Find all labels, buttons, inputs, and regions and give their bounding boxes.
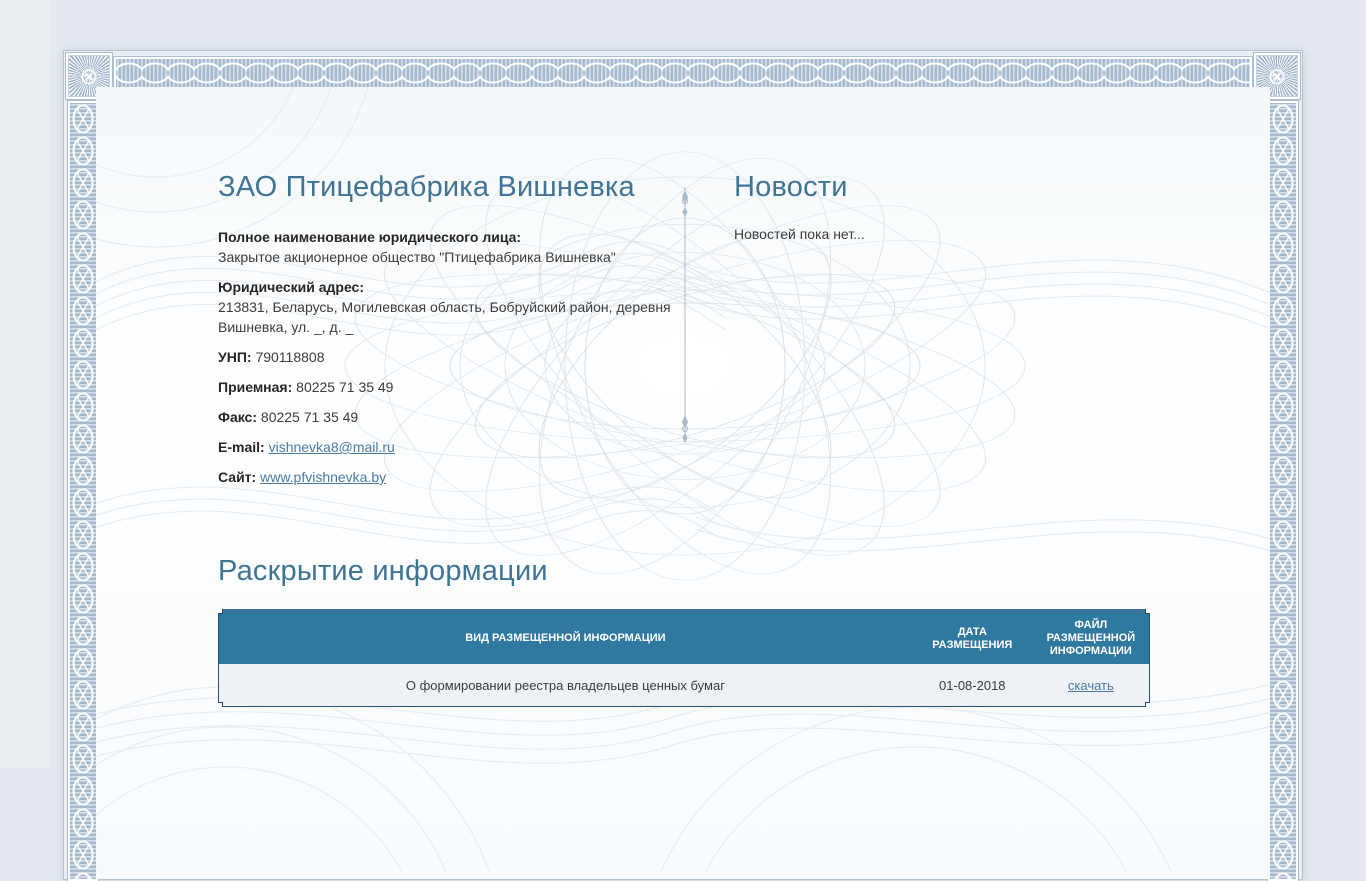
plaque-notch xyxy=(218,702,223,707)
field-value: 80225 71 35 49 xyxy=(296,379,394,395)
company-field-website: Сайт: www.pfvishnevka.by xyxy=(218,467,680,487)
company-field-reception-phone: Приемная: 80225 71 35 49 xyxy=(218,377,680,397)
column-header-file: ФАЙЛ РАЗМЕЩЕННОЙ ИНФОРМАЦИИ xyxy=(1032,613,1149,664)
field-value: 80225 71 35 49 xyxy=(260,409,359,425)
table-row: О формировании реестра владельцев ценных… xyxy=(219,664,1149,706)
plaque-notch xyxy=(1145,609,1150,614)
download-link[interactable]: скачать xyxy=(1068,678,1114,693)
cell-info-type: О формировании реестра владельцев ценных… xyxy=(219,664,912,706)
company-info-section: ЗАО Птицефабрика Вишневка Полное наимено… xyxy=(218,169,734,497)
field-label: Юридический адрес: xyxy=(218,279,364,295)
company-field-full-name: Полное наименование юридического лица: З… xyxy=(218,227,680,267)
company-field-fax: Факс: 80225 71 35 49 xyxy=(218,407,680,427)
certificate-frame: ⊗ ⊗ ЗАО Птицефабрика Вишневка Полное наи… xyxy=(63,50,1303,881)
disclosure-table-plaque: ВИД РАЗМЕЩЕННОЙ ИНФОРМАЦИИ ДАТА РАЗМЕЩЕН… xyxy=(218,609,1150,707)
cell-file: скачать xyxy=(1032,664,1149,706)
frame-top-border-pattern xyxy=(114,57,1252,89)
field-value: 790118808 xyxy=(255,349,325,365)
plaque-notch xyxy=(218,609,223,614)
company-field-unp: УНП: 790118808 xyxy=(218,347,680,367)
field-label: УНП: xyxy=(218,349,252,365)
column-header-info-type: ВИД РАЗМЕЩЕННОЙ ИНФОРМАЦИИ xyxy=(219,613,912,664)
field-label: Приемная: xyxy=(218,379,293,395)
main-content: ЗАО Птицефабрика Вишневка Полное наимено… xyxy=(96,87,1270,707)
circled-x-icon: ⊗ xyxy=(79,62,99,89)
field-label: E-mail: xyxy=(218,439,265,455)
company-field-email: E-mail: vishnevka8@mail.ru xyxy=(218,437,680,457)
field-label: Полное наименование юридического лица: xyxy=(218,229,522,245)
field-value: 213831, Беларусь, Могилевская область, Б… xyxy=(218,299,671,335)
email-link[interactable]: vishnevka8@mail.ru xyxy=(269,439,395,455)
field-value: Закрытое акционерное общество "Птицефабр… xyxy=(218,249,616,265)
news-title: Новости xyxy=(734,171,848,203)
frame-right-border-pattern xyxy=(1268,101,1298,881)
field-label: Сайт: xyxy=(218,469,257,485)
field-label: Факс: xyxy=(218,409,258,425)
company-title: ЗАО Птицефабрика Вишневка xyxy=(218,171,635,203)
news-empty-text: Новостей пока нет... xyxy=(734,226,865,242)
column-header-date: ДАТА РАЗМЕЩЕНИЯ xyxy=(911,613,1033,664)
page-left-gutter xyxy=(0,0,50,768)
news-section: Новости Новостей пока нет... xyxy=(734,169,1230,497)
page-content-area: ЗАО Птицефабрика Вишневка Полное наимено… xyxy=(96,87,1270,879)
circled-x-icon: ⊗ xyxy=(1267,62,1287,89)
disclosure-title: Раскрытие информации xyxy=(218,555,548,587)
plaque-notch xyxy=(1145,702,1150,707)
disclosure-table: ВИД РАЗМЕЩЕННОЙ ИНФОРМАЦИИ ДАТА РАЗМЕЩЕН… xyxy=(219,613,1149,706)
frame-left-border-pattern xyxy=(68,101,98,881)
table-header-row: ВИД РАЗМЕЩЕННОЙ ИНФОРМАЦИИ ДАТА РАЗМЕЩЕН… xyxy=(219,613,1149,664)
company-field-address: Юридический адрес: 213831, Беларусь, Мог… xyxy=(218,277,680,337)
cell-date: 01-08-2018 xyxy=(911,664,1033,706)
website-link[interactable]: www.pfvishnevka.by xyxy=(260,469,386,485)
